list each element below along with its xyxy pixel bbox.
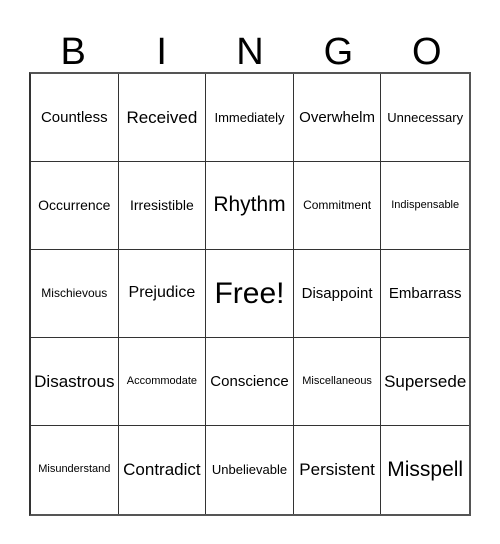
bingo-header-row: B I N G O: [29, 22, 471, 72]
bingo-cell[interactable]: Commitment: [293, 162, 382, 250]
bingo-cell-label: Embarrass: [388, 284, 462, 302]
bingo-cell-label: Countless: [40, 108, 108, 126]
bingo-cell[interactable]: Disastrous: [31, 338, 119, 426]
bingo-cell[interactable]: Mischievous: [31, 250, 119, 338]
bingo-cell[interactable]: Received: [118, 74, 207, 162]
header-letter-n: N: [236, 31, 264, 73]
bingo-cell-label: Received: [126, 107, 198, 127]
bingo-cell-label: Prejudice: [128, 284, 196, 302]
bingo-cell-label: Immediately: [214, 109, 285, 125]
bingo-cell-label: Contradict: [123, 460, 201, 480]
header-letter-b: B: [60, 31, 86, 73]
bingo-cell-label: Accommodate: [126, 374, 198, 387]
bingo-grid: Countless Received Immediately Overwhelm…: [29, 72, 471, 516]
bingo-cell[interactable]: Immediately: [206, 74, 294, 162]
bingo-cell-label: Mischievous: [41, 286, 108, 301]
bingo-cell[interactable]: Contradict: [118, 426, 207, 514]
bingo-cell-label: Rhythm: [213, 193, 286, 217]
bingo-cell-label: Disappoint: [301, 284, 373, 302]
bingo-cell[interactable]: Embarrass: [381, 250, 469, 338]
bingo-cell[interactable]: Unnecessary: [381, 74, 469, 162]
bingo-cell-label: Misspell: [387, 457, 464, 481]
bingo-cell-label: Supersede: [384, 371, 467, 391]
bingo-cell-label: Persistent: [299, 460, 375, 480]
header-letter-g: G: [323, 31, 354, 73]
bingo-cell-free-space[interactable]: Free!: [206, 250, 294, 338]
header-letter-o: O: [412, 31, 442, 73]
bingo-free-space-label: Free!: [214, 276, 285, 310]
bingo-cell[interactable]: Supersede: [381, 338, 469, 426]
bingo-cell-label: Commitment: [303, 198, 372, 213]
bingo-cell-label: Miscellaneous: [302, 374, 372, 387]
bingo-cell[interactable]: Rhythm: [206, 162, 294, 250]
bingo-cell[interactable]: Prejudice: [118, 250, 207, 338]
bingo-card: B I N G O Countless Received Immediately…: [0, 0, 500, 544]
bingo-cell[interactable]: Misunderstand: [31, 426, 119, 514]
bingo-cell[interactable]: Conscience: [206, 338, 294, 426]
bingo-cell-label: Overwhelm: [299, 108, 376, 126]
bingo-cell[interactable]: Overwhelm: [293, 74, 382, 162]
bingo-cell-label: Unnecessary: [387, 109, 464, 125]
bingo-cell-label: Misunderstand: [38, 463, 111, 476]
bingo-cell[interactable]: Countless: [31, 74, 119, 162]
bingo-cell-label: Irresistible: [129, 197, 194, 214]
bingo-cell[interactable]: Unbelievable: [206, 426, 294, 514]
bingo-cell-label: Occurrence: [38, 197, 111, 214]
bingo-cell-label: Indispensable: [391, 198, 460, 211]
bingo-cell[interactable]: Misspell: [381, 426, 469, 514]
bingo-cell[interactable]: Miscellaneous: [293, 338, 382, 426]
bingo-cell[interactable]: Indispensable: [381, 162, 469, 250]
bingo-cell[interactable]: Persistent: [293, 426, 382, 514]
bingo-cell[interactable]: Occurrence: [31, 162, 119, 250]
header-letter-i: I: [156, 31, 167, 73]
bingo-cell-label: Unbelievable: [211, 462, 288, 478]
bingo-cell[interactable]: Disappoint: [293, 250, 382, 338]
bingo-cell-label: Disastrous: [34, 371, 115, 391]
bingo-cell-label: Conscience: [210, 372, 289, 390]
bingo-cell[interactable]: Irresistible: [118, 162, 207, 250]
bingo-cell[interactable]: Accommodate: [118, 338, 207, 426]
